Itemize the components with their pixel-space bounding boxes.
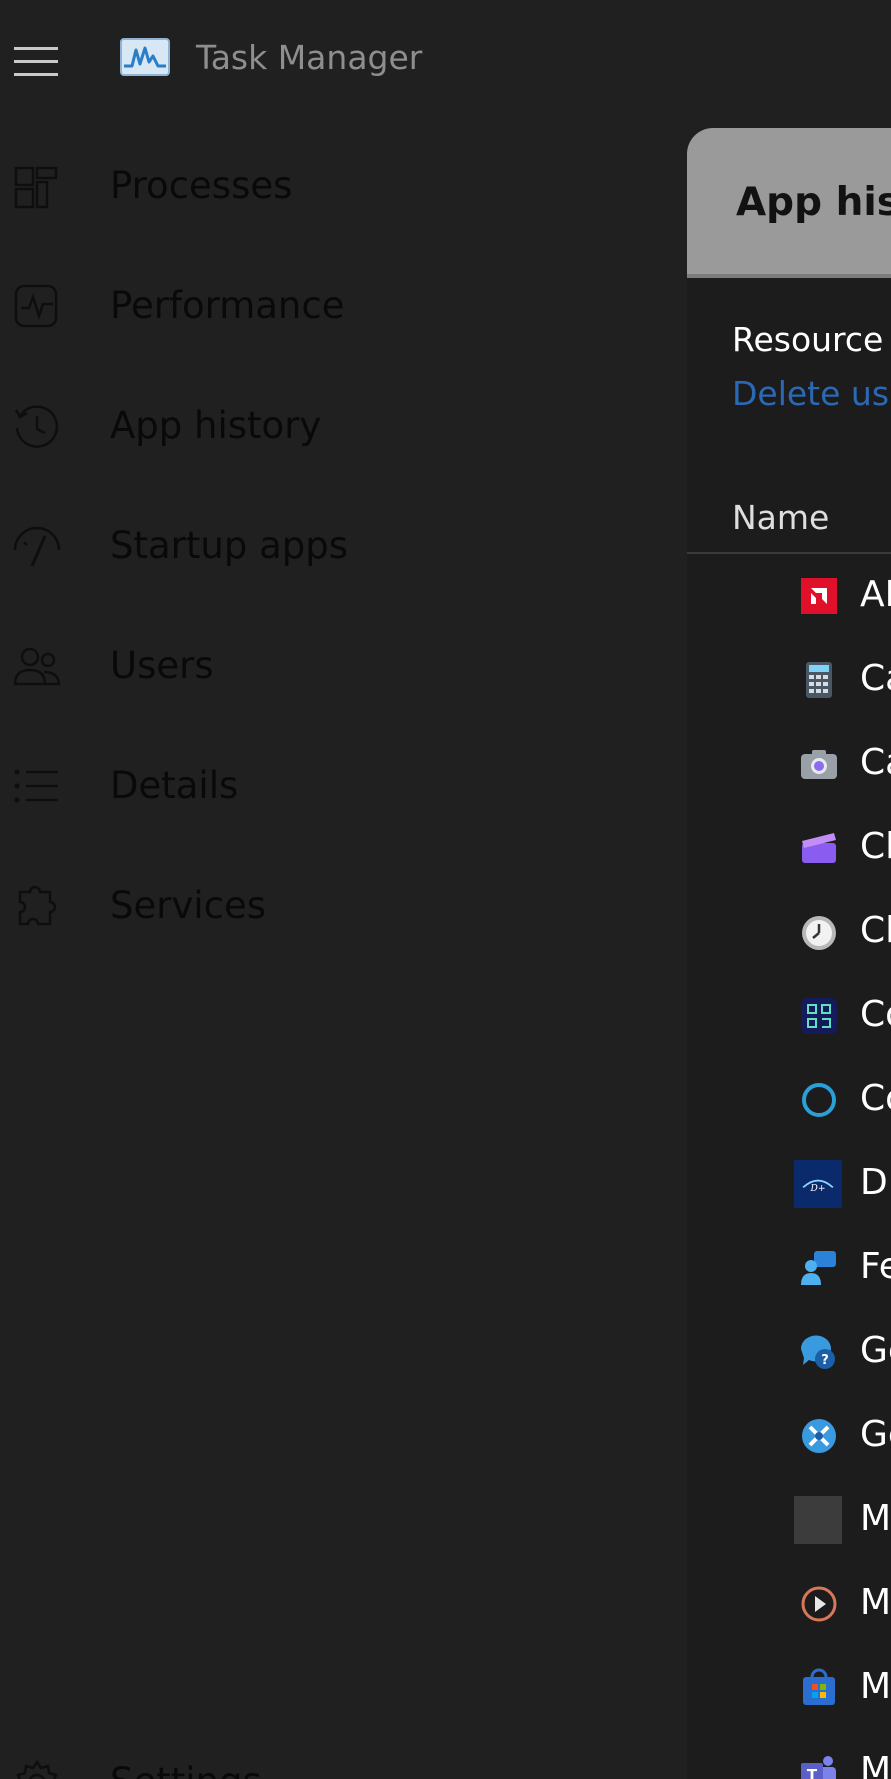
row-name: M xyxy=(860,1666,891,1707)
get-help-icon: ? xyxy=(800,1335,835,1369)
sidebar-item-label: App history xyxy=(110,404,322,447)
disney-plus-icon: D+ xyxy=(794,1160,842,1208)
table-row[interactable]: Fe xyxy=(687,1226,891,1310)
clipchamp-icon xyxy=(802,833,836,863)
svg-text:D+: D+ xyxy=(810,1184,826,1194)
table-row[interactable]: M xyxy=(687,1478,891,1562)
sidebar-item-processes[interactable]: Processes xyxy=(0,132,680,242)
users-icon xyxy=(13,647,61,686)
row-name: Ge xyxy=(860,1414,891,1455)
row-name: Ca xyxy=(860,658,891,699)
calculator-icon xyxy=(806,662,832,698)
page-title: App hist xyxy=(736,180,891,225)
gear-icon xyxy=(16,1759,58,1779)
sidebar-item-app-history[interactable]: App history xyxy=(0,372,680,482)
app-title: Task Manager xyxy=(196,38,423,77)
table-row[interactable]: Co xyxy=(687,1058,891,1142)
title-bar: Task Manager xyxy=(0,0,891,120)
code-reader-icon xyxy=(801,998,837,1034)
microsoft-store-icon xyxy=(803,1668,835,1705)
row-name: Cl xyxy=(860,910,891,951)
amd-icon xyxy=(801,578,837,614)
row-name: M xyxy=(860,1582,891,1623)
task-manager-logo-icon xyxy=(120,38,170,76)
table-row[interactable]: M xyxy=(687,1562,891,1646)
get-started-icon xyxy=(802,1419,836,1453)
sidebar-item-label: Processes xyxy=(110,164,293,207)
table-row[interactable]: AI xyxy=(687,554,891,638)
sidebar-item-settings[interactable]: Settings xyxy=(0,1728,680,1779)
table-row[interactable]: Ca xyxy=(687,638,891,722)
table-row[interactable]: Co xyxy=(687,974,891,1058)
svg-text:T: T xyxy=(807,1766,818,1779)
sidebar-item-label: Users xyxy=(110,644,214,687)
table-row[interactable]: Ge xyxy=(687,1394,891,1478)
row-name: M xyxy=(860,1750,891,1779)
sidebar-item-details[interactable]: Details xyxy=(0,732,680,842)
feedback-hub-icon xyxy=(801,1251,836,1285)
row-name: Ge xyxy=(860,1330,891,1371)
clock-icon xyxy=(802,916,836,950)
blank-app-icon xyxy=(794,1496,842,1544)
delete-usage-history-link[interactable]: Delete usa xyxy=(732,374,891,413)
row-name: Di xyxy=(860,1162,891,1203)
sidebar-item-label: Services xyxy=(110,884,267,927)
history-icon xyxy=(14,405,59,448)
camera-icon xyxy=(801,750,837,779)
sidebar-item-label: Settings xyxy=(110,1760,262,1779)
resource-usage-text: Resource u xyxy=(732,320,891,359)
row-name: AI xyxy=(860,574,891,615)
sidebar-item-label: Startup apps xyxy=(110,524,349,567)
table-row[interactable]: Cl xyxy=(687,806,891,890)
services-puzzle-icon xyxy=(18,885,57,926)
row-name: Co xyxy=(860,1078,891,1119)
sidebar-item-performance[interactable]: Performance xyxy=(0,252,680,362)
performance-icon xyxy=(14,284,58,328)
sidebar-item-services[interactable]: Services xyxy=(0,852,680,962)
sidebar-item-label: Details xyxy=(110,764,239,807)
row-name: Co xyxy=(860,994,891,1035)
row-name: Fe xyxy=(860,1246,891,1287)
table-row[interactable]: M xyxy=(687,1646,891,1730)
details-list-icon xyxy=(14,769,58,803)
table-row[interactable]: D+ Di xyxy=(687,1142,891,1226)
sidebar-item-label: Performance xyxy=(110,284,345,327)
media-player-icon xyxy=(801,1586,837,1622)
teams-icon: T xyxy=(801,1756,836,1779)
column-header-name[interactable]: Name xyxy=(732,498,829,537)
svg-text:?: ? xyxy=(821,1353,829,1368)
table-row[interactable]: Cl xyxy=(687,890,891,974)
task-manager-window: Task Manager Processes Performance App h… xyxy=(0,0,891,1779)
row-name: Cl xyxy=(860,826,891,867)
sidebar-item-users[interactable]: Users xyxy=(0,612,680,722)
table-row[interactable]: ? Ge xyxy=(687,1310,891,1394)
sidebar-item-startup-apps[interactable]: Startup apps xyxy=(0,492,680,602)
row-name: Ca xyxy=(860,742,891,783)
hamburger-menu-icon[interactable] xyxy=(12,44,60,80)
startup-gauge-icon xyxy=(13,526,61,567)
panel-header: App hist xyxy=(687,128,891,278)
app-history-panel: App hist Resource u Delete usa Name AI xyxy=(687,128,891,1779)
table-row[interactable]: Ca xyxy=(687,722,891,806)
processes-icon xyxy=(14,166,58,209)
row-name: M xyxy=(860,1498,891,1539)
table-row[interactable]: T M xyxy=(687,1730,891,1779)
cortana-ring-icon xyxy=(802,1083,836,1117)
